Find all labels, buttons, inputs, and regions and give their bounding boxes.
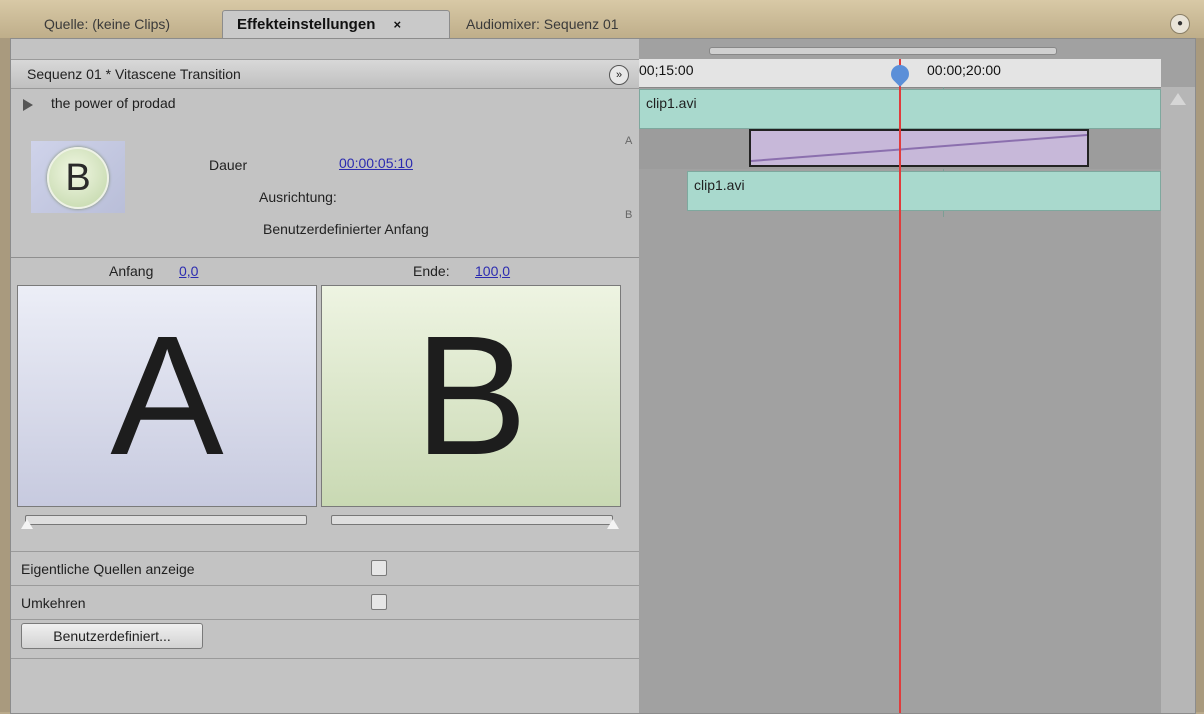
option-label: Eigentliche Quellen anzeige bbox=[21, 561, 195, 577]
disclosure-triangle-icon[interactable] bbox=[23, 99, 33, 111]
preview-a-letter: A bbox=[110, 301, 224, 491]
option-label: Umkehren bbox=[21, 595, 86, 611]
duration-label: Dauer bbox=[209, 157, 248, 173]
option-row-sources: Eigentliche Quellen anzeige bbox=[11, 551, 639, 586]
timeline-pane: 00;15:00 00:00;20:00 clip1.avi clip1.avi… bbox=[625, 39, 1195, 713]
scroll-up-icon[interactable] bbox=[1170, 93, 1186, 105]
double-chevron-right-icon[interactable]: » bbox=[609, 65, 629, 85]
time-mid: 00:00;20:00 bbox=[927, 62, 1001, 78]
tab-bar: Quelle: (keine Clips) Effekteinstellunge… bbox=[0, 0, 1204, 38]
tab-effect-settings[interactable]: Effekteinstellungen × bbox=[222, 10, 450, 38]
end-label: Ende: bbox=[413, 263, 450, 279]
window-frame: Quelle: (keine Clips) Effekteinstellunge… bbox=[0, 0, 1204, 714]
preview-a: A bbox=[17, 285, 317, 507]
clip-b[interactable]: clip1.avi bbox=[687, 171, 1161, 211]
panel-menu-icon[interactable]: ● bbox=[1170, 14, 1190, 34]
effect-controls-panel: Sequenz 01 * Vitascene Transition » the … bbox=[10, 38, 1196, 714]
alignment-dropdown[interactable]: Benutzerdefinierter Anfang bbox=[263, 221, 429, 237]
tab-source[interactable]: Quelle: (keine Clips) bbox=[30, 10, 184, 38]
track-label-b: B bbox=[625, 209, 633, 221]
preview-b: B bbox=[321, 285, 621, 507]
preview-b-letter: B bbox=[414, 301, 528, 491]
custom-button[interactable]: Benutzerdefiniert... bbox=[21, 623, 203, 649]
close-icon[interactable]: × bbox=[394, 17, 402, 32]
zoom-scrollbar[interactable] bbox=[709, 47, 1057, 55]
effect-row[interactable]: the power of prodad bbox=[11, 89, 639, 119]
end-slider-track[interactable] bbox=[331, 515, 613, 525]
start-slider-track[interactable] bbox=[25, 515, 307, 525]
clip-b-label: clip1.avi bbox=[694, 177, 745, 193]
playhead-line[interactable] bbox=[899, 59, 901, 713]
show-sources-checkbox[interactable] bbox=[371, 560, 387, 576]
tab-effect-settings-label: Effekteinstellungen bbox=[237, 16, 376, 33]
end-value[interactable]: 100,0 bbox=[475, 263, 510, 279]
thumbnail-letter: B bbox=[47, 147, 109, 209]
start-slider-handle[interactable] bbox=[21, 519, 33, 529]
clip-a-label: clip1.avi bbox=[646, 95, 697, 111]
effect-name: the power of prodad bbox=[51, 95, 176, 111]
sequence-title: Sequenz 01 * Vitascene Transition bbox=[27, 66, 241, 82]
reverse-checkbox[interactable] bbox=[371, 594, 387, 610]
vertical-scrollbar[interactable] bbox=[1161, 87, 1195, 713]
option-row-reverse: Umkehren bbox=[11, 585, 639, 620]
divider bbox=[11, 257, 639, 258]
start-label: Anfang bbox=[109, 263, 154, 279]
duration-value[interactable]: 00:00:05:10 bbox=[339, 155, 413, 171]
alignment-label: Ausrichtung: bbox=[259, 189, 337, 205]
tab-source-label: Quelle: (keine Clips) bbox=[44, 16, 171, 32]
time-start: 00;15:00 bbox=[639, 62, 694, 78]
transition-ramp-icon bbox=[751, 134, 1087, 162]
transition-block[interactable] bbox=[749, 129, 1089, 167]
tab-audiomixer-label: Audiomixer: Sequenz 01 bbox=[466, 16, 619, 32]
start-value[interactable]: 0,0 bbox=[179, 263, 198, 279]
end-slider-handle[interactable] bbox=[607, 519, 619, 529]
transition-thumbnail: B bbox=[31, 141, 125, 213]
track-label-a: A bbox=[625, 135, 633, 147]
sequence-header: Sequenz 01 * Vitascene Transition » bbox=[11, 59, 639, 89]
effect-settings-pane: Sequenz 01 * Vitascene Transition » the … bbox=[11, 39, 639, 713]
tab-audiomixer[interactable]: Audiomixer: Sequenz 01 bbox=[452, 10, 633, 38]
